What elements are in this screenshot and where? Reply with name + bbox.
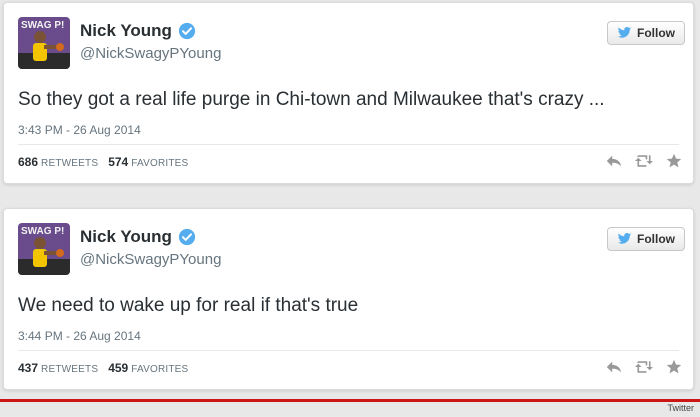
retweets-count: 437 [18, 361, 39, 375]
favorite-icon[interactable] [665, 153, 683, 169]
author-handle[interactable]: @NickSwagyPYoung [80, 251, 221, 268]
tweet-text: We need to wake up for real if that's tr… [18, 295, 359, 316]
retweets-stat[interactable]: 437 RETWEETS [18, 361, 98, 375]
favorites-label: FAVORITES [131, 364, 189, 375]
source-credit: Twitter [667, 403, 694, 413]
follow-label: Follow [637, 232, 675, 246]
retweet-icon[interactable] [635, 359, 653, 375]
retweets-count: 686 [18, 155, 39, 169]
author-handle[interactable]: @NickSwagyPYoung [80, 45, 221, 62]
author-name[interactable]: Nick Young [80, 227, 196, 247]
divider [18, 350, 679, 351]
favorite-icon[interactable] [665, 359, 683, 375]
twitter-bird-icon [617, 27, 632, 38]
tweet-stats: 686 RETWEETS 574 FAVORITES [18, 155, 188, 169]
reply-icon[interactable] [605, 359, 623, 375]
retweets-label: RETWEETS [41, 158, 99, 169]
verified-badge-icon [178, 22, 196, 40]
avatar[interactable]: SWAG P! [18, 17, 70, 69]
favorites-label: FAVORITES [131, 158, 189, 169]
reply-icon[interactable] [605, 153, 623, 169]
svg-text:SWAG P!: SWAG P! [21, 20, 64, 31]
retweet-icon[interactable] [635, 153, 653, 169]
twitter-bird-icon [617, 233, 632, 244]
retweets-stat[interactable]: 686 RETWEETS [18, 155, 98, 169]
follow-button[interactable]: Follow [607, 227, 685, 251]
author-name-text: Nick Young [80, 227, 172, 246]
favorites-stat[interactable]: 459 FAVORITES [108, 361, 188, 375]
verified-badge-icon [178, 228, 196, 246]
divider [18, 144, 679, 145]
tweet-card: SWAG P! Nick Young @NickSwagyPYoung Foll… [3, 208, 694, 390]
tweet-actions [605, 359, 683, 375]
tweet-actions [605, 153, 683, 169]
svg-text:SWAG P!: SWAG P! [21, 226, 64, 237]
tweet-card: SWAG P! Nick Young @NickSwagyPYoung Foll… [3, 2, 694, 184]
favorites-count: 459 [108, 361, 129, 375]
author-name-text: Nick Young [80, 21, 172, 40]
author-name[interactable]: Nick Young [80, 21, 196, 41]
follow-button[interactable]: Follow [607, 21, 685, 45]
tweet-text: So they got a real life purge in Chi-tow… [18, 89, 605, 110]
tweet-timestamp[interactable]: 3:43 PM - 26 Aug 2014 [18, 123, 141, 137]
tweet-stats: 437 RETWEETS 459 FAVORITES [18, 361, 188, 375]
retweets-label: RETWEETS [41, 364, 99, 375]
follow-label: Follow [637, 26, 675, 40]
favorites-stat[interactable]: 574 FAVORITES [108, 155, 188, 169]
accent-divider-line [0, 399, 700, 402]
favorites-count: 574 [108, 155, 129, 169]
avatar[interactable]: SWAG P! [18, 223, 70, 275]
tweet-timestamp[interactable]: 3:44 PM - 26 Aug 2014 [18, 329, 141, 343]
